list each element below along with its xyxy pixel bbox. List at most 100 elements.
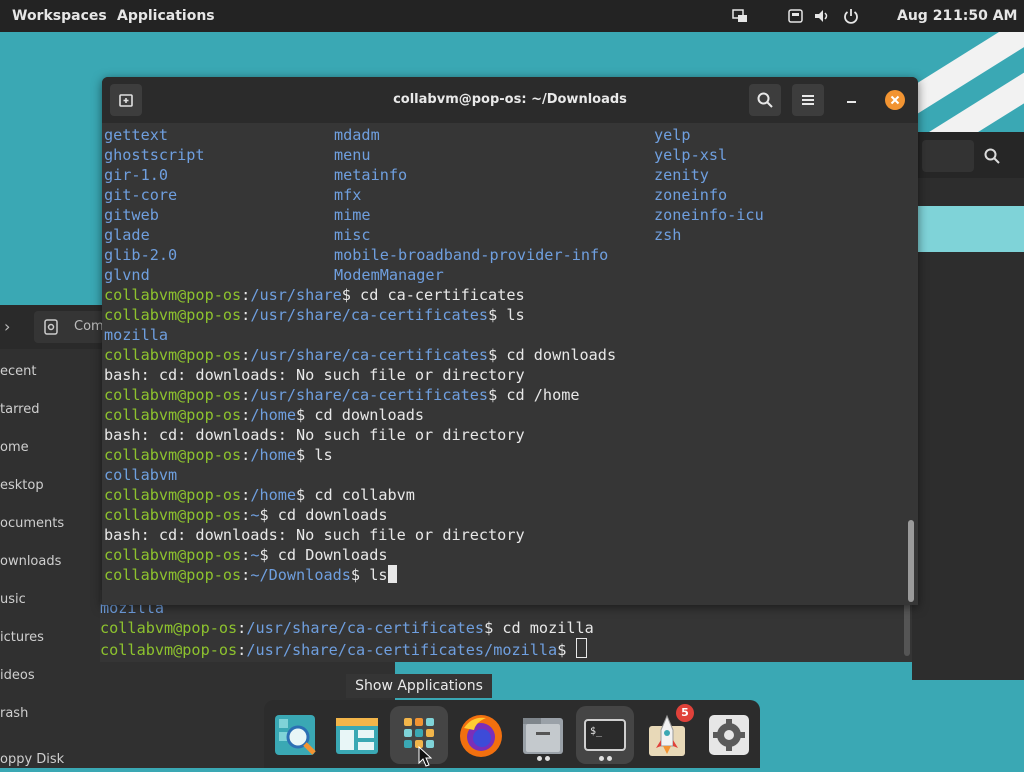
terminal-line: collabvm@pop-os:/usr/share/ca-certificat… (104, 305, 525, 325)
prompt-separator: : (241, 386, 251, 404)
command-text: cd /home (506, 386, 580, 404)
sidebar-item-videos[interactable]: ideos (0, 666, 100, 686)
listing-entry: zsh (654, 226, 682, 244)
dock-settings[interactable] (700, 706, 758, 764)
prompt-path: /usr/share/ca-certificates (250, 386, 489, 404)
search-icon[interactable] (984, 148, 1000, 164)
dock-app-center[interactable]: 5 (638, 704, 696, 764)
menu-button[interactable] (792, 84, 824, 116)
prompt-user: collabvm@pop-os (100, 641, 238, 659)
sidebar-item-recent[interactable]: ecent (0, 362, 100, 382)
listing-entry: zoneinfo (654, 186, 728, 204)
prompt-symbol: $ (259, 546, 278, 564)
listing-entry: git-core (104, 186, 178, 204)
prompt-symbol: $ (259, 506, 278, 524)
prompt-path: /home (250, 446, 297, 464)
dock-search-app[interactable] (266, 706, 324, 764)
drive-icon (44, 319, 58, 339)
bg-search-field[interactable] (922, 140, 974, 172)
keyboard-icon[interactable] (788, 8, 804, 24)
dock-show-applications[interactable] (390, 706, 448, 767)
background-terminal-body: mozilla collabvm@pop-os:/usr/share/ca-cer… (100, 598, 910, 662)
dock-file-manager[interactable] (514, 706, 572, 764)
dock-firefox[interactable] (452, 706, 510, 764)
running-indicator (537, 756, 542, 761)
terminal-line: collabvm@pop-os:/usr/share/ca-certificat… (104, 385, 580, 405)
volume-icon[interactable] (814, 8, 830, 24)
prompt-path: /usr/share/ca-certificates (250, 346, 489, 364)
listing-entry: menu (334, 146, 371, 164)
listing-entry: yelp (654, 126, 691, 144)
listing-entry: gitweb (104, 206, 159, 224)
dock-terminal[interactable]: $_ (576, 706, 634, 764)
prompt-separator: : (241, 546, 251, 564)
listing-entry: mozilla (104, 326, 169, 344)
close-button[interactable] (885, 90, 905, 110)
sidebar-item-pictures[interactable]: ictures (0, 628, 100, 648)
date-label[interactable]: Aug 21 (897, 0, 952, 32)
minimize-button[interactable] (842, 90, 862, 110)
dock: $_ 5 (264, 700, 760, 768)
prompt-symbol: $ (350, 566, 370, 584)
text-cursor (575, 638, 587, 658)
prompt-symbol: $ (484, 619, 503, 637)
listing-entry: glib-2.0 (104, 246, 178, 264)
prompt-user: collabvm@pop-os (104, 446, 242, 464)
search-button[interactable] (749, 84, 781, 116)
listing-entry: yelp-xsl (654, 146, 728, 164)
workspaces-button[interactable]: Workspaces (12, 0, 107, 32)
listing-entry: ModemManager (334, 266, 444, 284)
dock-tooltip: Show Applications (346, 674, 492, 698)
prompt-symbol: $ (488, 346, 507, 364)
listing-entry: misc (334, 226, 371, 244)
new-tab-button[interactable] (110, 84, 142, 116)
sidebar-item-home[interactable]: ome (0, 438, 100, 458)
terminal-line: collabvm@pop-os:/home$ ls (104, 445, 333, 465)
prompt-separator: : (241, 406, 251, 424)
prompt-user: collabvm@pop-os (104, 346, 242, 364)
terminal-line: collabvm@pop-os:~$ cd Downloads (104, 545, 388, 565)
sidebar-item-music[interactable]: usic (0, 590, 100, 610)
listing-entry: mime (334, 206, 371, 224)
prompt-user: collabvm@pop-os (104, 546, 242, 564)
prompt-symbol: $ (296, 446, 315, 464)
prompt-separator: : (241, 566, 251, 584)
location-bar[interactable]: Com (34, 311, 104, 343)
prompt-separator: : (237, 619, 247, 637)
sidebar-item-starred[interactable]: tarred (0, 400, 100, 420)
listing-entry: zenity (654, 166, 709, 184)
prompt-user: collabvm@pop-os (104, 286, 242, 304)
dock-files-app[interactable] (328, 706, 386, 764)
listing-entry: glade (104, 226, 150, 244)
terminal-line: collabvm@pop-os:/usr/share/ca-certificat… (100, 618, 594, 638)
listing-entry: mfx (334, 186, 362, 204)
terminal-header: collabvm@pop-os: ~/Downloads (102, 77, 918, 123)
terminal-scrollbar[interactable] (908, 520, 914, 602)
svg-text:$_: $_ (590, 726, 603, 737)
sidebar-item-documents[interactable]: ocuments (0, 514, 100, 534)
prompt-separator: : (241, 306, 251, 324)
terminal-window[interactable]: collabvm@pop-os: ~/Downloads gettext mdad… (102, 77, 918, 605)
prompt-user: collabvm@pop-os (104, 506, 242, 524)
prompt-symbol: $ (341, 286, 361, 304)
background-window[interactable] (912, 132, 1024, 680)
sidebar-item-downloads[interactable]: ownloads (0, 552, 100, 572)
listing-entry: glvnd (104, 266, 150, 284)
display-icon[interactable] (732, 8, 748, 24)
terminal-line: collabvm@pop-os:/home$ cd downloads (104, 405, 424, 425)
prompt-separator: : (237, 641, 247, 659)
error-output: bash: cd: downloads: No such file or dir… (104, 366, 525, 384)
applications-button[interactable]: Applications (117, 0, 215, 32)
terminal-output[interactable]: gettext mdadm yelp ghostscript menu yelp-xsl g… (104, 125, 904, 595)
forward-icon[interactable]: › (4, 317, 10, 336)
error-output: bash: cd: downloads: No such file or dir… (104, 526, 525, 544)
sidebar-item-desktop[interactable]: esktop (0, 476, 100, 496)
sidebar-item-floppy[interactable]: oppy Disk (0, 752, 100, 768)
prompt-separator: : (241, 346, 251, 364)
command-text: cd downloads (277, 506, 388, 524)
sidebar-item-trash[interactable]: rash (0, 704, 100, 724)
command-text: cd ca-certificates (360, 286, 525, 304)
time-label[interactable]: 1:50 AM (953, 0, 1017, 32)
power-icon[interactable] (843, 8, 859, 24)
command-text: cd downloads (314, 406, 425, 424)
